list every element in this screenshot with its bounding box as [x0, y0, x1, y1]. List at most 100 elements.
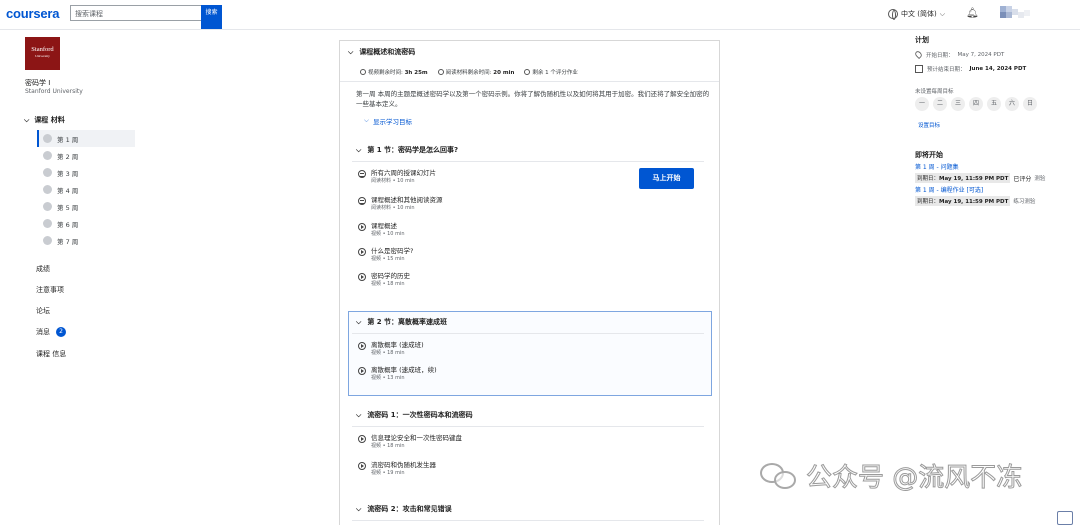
- play-icon: [358, 342, 366, 350]
- watermark: 公众号 @流风不冻: [760, 457, 1023, 494]
- list-item[interactable]: 离散概率 (速成班) 视频 • 18 min: [358, 341, 424, 357]
- day-wed[interactable]: 三: [951, 97, 965, 111]
- divider: [352, 426, 704, 427]
- play-icon: [358, 273, 366, 281]
- list-item[interactable]: 信息理论安全和一次性密码键盘 视频 • 18 min: [358, 434, 462, 450]
- upcoming-title: 即将开始: [915, 151, 943, 159]
- globe-icon: [888, 9, 898, 20]
- list-item[interactable]: 离散概率 (速成班，续) 视频 • 13 min: [358, 366, 437, 382]
- day-tue[interactable]: 二: [933, 97, 947, 111]
- end-date: 预计结束日期： June 14, 2024 PDT: [915, 65, 1026, 73]
- section-header-2[interactable]: ⌵ 第 2 节：离散概率速成班: [356, 317, 447, 327]
- day-sat[interactable]: 六: [1005, 97, 1019, 111]
- reading-time-stat: 阅读材料剩余时间: 20 min: [437, 68, 514, 76]
- reading-icon: [358, 170, 366, 178]
- module-panel: ⌵ 课程概述和流密码 视频剩余时间: 3h 25m 阅读材料剩余时间: 20 m…: [339, 40, 720, 525]
- stanford-logo: Stanford University: [25, 37, 60, 70]
- status-dot-icon: [43, 219, 52, 228]
- avatar[interactable]: [998, 6, 1042, 22]
- upcoming-item-meta: 到期日：May 19, 11:59 PM PDT 已评分 测验: [915, 173, 1045, 183]
- calendar-icon: [915, 65, 923, 73]
- list-item[interactable]: 密码学的历史 视频 • 18 min: [358, 272, 410, 288]
- sidebar-week-7[interactable]: 第 7 周: [37, 232, 135, 249]
- chevron-down-icon: ⌵: [939, 9, 945, 18]
- search-button[interactable]: 搜索: [201, 5, 222, 29]
- assignment-icon: [524, 69, 531, 75]
- show-learning-objectives[interactable]: ⌵ 显示学习目标: [364, 116, 412, 126]
- weekday-picker: 一 二 三 四 五 六 日: [915, 97, 1037, 111]
- feedback-button[interactable]: [1057, 511, 1073, 525]
- language-selector[interactable]: 中文 (简体) ⌵: [888, 9, 945, 20]
- chevron-down-icon: ⌵: [24, 115, 30, 124]
- status-dot-icon: [43, 168, 52, 177]
- bell-icon[interactable]: 🔔︎: [966, 8, 979, 20]
- status-dot-icon: [43, 236, 52, 245]
- plan-title: 计划: [915, 36, 929, 44]
- day-sun[interactable]: 日: [1023, 97, 1037, 111]
- divider: [352, 520, 704, 521]
- video-time-stat: 视频剩余时间: 3h 25m: [360, 68, 428, 76]
- list-item[interactable]: 流密码和伪随机发生器 视频 • 19 min: [358, 461, 436, 477]
- module-header[interactable]: ⌵ 课程概述和流密码: [348, 47, 415, 57]
- sidebar-item-notes[interactable]: 注意事项: [36, 285, 64, 295]
- sidebar-week-6[interactable]: 第 6 周: [37, 215, 135, 232]
- divider: [352, 333, 704, 334]
- day-fri[interactable]: 五: [987, 97, 1001, 111]
- sidebar-week-4[interactable]: 第 4 周: [37, 181, 135, 198]
- upcoming-item-link[interactable]: 第 1 周 - 问题集: [915, 162, 959, 171]
- start-date: 开始日期： May 7, 2024 PDT: [913, 49, 1004, 60]
- sidebar-week-1[interactable]: 第 1 周: [37, 130, 135, 147]
- list-item[interactable]: 课程概述和其他阅读资源 阅读材料 • 10 min: [358, 196, 443, 212]
- chevron-down-icon: ⌵: [348, 47, 354, 56]
- graded-count-stat: 剩余 1 个评分作业: [524, 68, 578, 76]
- list-item[interactable]: 所有六周的授课幻灯片 阅读材料 • 10 min: [358, 169, 436, 185]
- upcoming-item-link[interactable]: 第 1 周 - 编程作业 [可选]: [915, 185, 983, 194]
- chevron-down-icon: ⌵: [356, 410, 362, 419]
- play-icon: [358, 462, 366, 470]
- sidebar-item-course-info[interactable]: 课程 信息: [36, 349, 66, 359]
- wechat-icon: [760, 461, 798, 491]
- chevron-down-icon: ⌵: [364, 116, 369, 124]
- sidebar-week-5[interactable]: 第 5 周: [37, 198, 135, 215]
- status-dot-icon: [43, 202, 52, 211]
- section-header-3[interactable]: ⌵ 流密码 1：一次性密码本和流密码: [356, 410, 473, 420]
- book-icon: [437, 69, 444, 75]
- school-name: Stanford University: [25, 88, 83, 95]
- language-label: 中文 (简体): [901, 10, 937, 18]
- section-header-1[interactable]: ⌵ 第 1 节：密码学是怎么回事?: [356, 145, 458, 155]
- status-dot-icon: [43, 151, 52, 160]
- chevron-down-icon: ⌵: [356, 504, 362, 513]
- status-dot-icon: [43, 185, 52, 194]
- play-icon: [358, 435, 366, 443]
- reading-icon: [358, 197, 366, 205]
- list-item[interactable]: 课程概述 视频 • 10 min: [358, 222, 405, 238]
- day-mon[interactable]: 一: [915, 97, 929, 111]
- messages-count-badge: 2: [56, 327, 66, 337]
- module-stats: 视频剩余时间: 3h 25m 阅读材料剩余时间: 20 min 剩余 1 个评分…: [360, 68, 578, 76]
- weekly-goal-label: 未设置每周目标: [915, 89, 954, 95]
- course-materials-toggle[interactable]: ⌵ 课程 材料: [24, 115, 65, 125]
- sidebar-item-forum[interactable]: 论坛: [36, 306, 50, 316]
- top-bar: coursera 搜索课程 搜索 中文 (简体) ⌵ 🔔︎: [0, 0, 1080, 30]
- status-dot-icon: [43, 134, 52, 143]
- sidebar-week-3[interactable]: 第 3 周: [37, 164, 135, 181]
- day-thu[interactable]: 四: [969, 97, 983, 111]
- sidebar-item-grades[interactable]: 成绩: [36, 264, 50, 274]
- course-title: 密码学 I: [25, 79, 51, 87]
- sidebar-week-2[interactable]: 第 2 周: [37, 147, 135, 164]
- play-icon: [358, 367, 366, 375]
- section-header-4[interactable]: ⌵ 流密码 2：攻击和常见错误: [356, 504, 452, 514]
- location-pin-icon: [913, 49, 924, 60]
- coursera-logo[interactable]: coursera: [6, 6, 60, 21]
- set-goal-link[interactable]: 设置目标: [918, 121, 940, 129]
- clock-icon: [360, 69, 366, 75]
- chevron-down-icon: ⌵: [356, 317, 362, 326]
- chevron-down-icon: ⌵: [356, 145, 362, 154]
- sidebar-item-messages[interactable]: 消息 2: [36, 327, 66, 337]
- search-input[interactable]: 搜索课程: [70, 5, 201, 21]
- divider: [340, 81, 719, 82]
- module-description: 第一周 本周的主题是概述密码学以及第一个密码示例。你将了解伪随机性以及如何将其用…: [356, 90, 710, 108]
- play-icon: [358, 223, 366, 231]
- start-now-button[interactable]: 马上开始: [639, 168, 694, 189]
- list-item[interactable]: 什么是密码学? 视频 • 15 min: [358, 247, 413, 263]
